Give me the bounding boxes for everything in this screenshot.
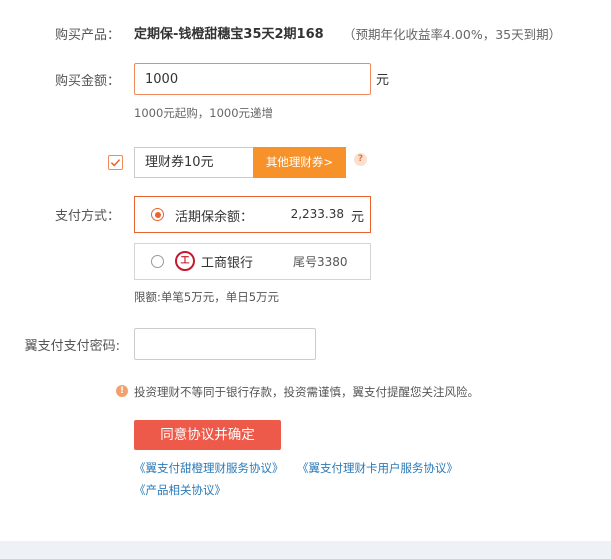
payment-option-bank[interactable]: 工 工商银行 尾号3380 [134,243,371,280]
link-tianchen-service-agreement[interactable]: 《翼支付甜橙理财服务协议》 [134,460,284,476]
password-input[interactable] [134,328,316,360]
coupon-checkbox[interactable] [108,155,123,170]
agree-confirm-button[interactable]: 同意协议并确定 [134,420,281,450]
amount-hint: 1000元起购，1000元递增 [134,106,274,120]
risk-warning: 投资理财不等同于银行存款，投资需谨慎，翼支付提醒您关注风险。 [134,385,479,399]
footer-bar [0,541,611,559]
product-label: 购买产品： [54,28,120,43]
payment-option-name: 活期保余额： [175,210,254,225]
link-card-user-agreement[interactable]: 《翼支付理财卡用户服务协议》 [297,460,458,476]
amount-input[interactable] [134,63,371,95]
balance-unit: 元 [350,210,364,225]
product-note: （预期年化收益率4.00%，35天到期） [343,27,562,42]
amount-label: 购买金额： [54,74,120,89]
other-coupon-button[interactable]: 其他理财券> [253,147,346,178]
product-name: 定期保-钱橙甜穗宝35天2期168 [134,27,324,42]
bank-card-tail: 尾号3380 [293,255,348,269]
check-icon [110,159,121,167]
warning-icon: ! [116,385,128,397]
radio-balance[interactable] [151,208,164,221]
payment-label: 支付方式： [54,209,120,224]
link-product-agreement[interactable]: 《产品相关协议》 [134,482,226,498]
amount-unit: 元 [376,73,390,88]
balance-amount: 2,233.38 [290,207,344,221]
payment-option-balance[interactable]: 活期保余额： 2,233.38 元 [134,196,371,233]
icbc-logo-icon: 工 [175,251,195,271]
payment-limit: 限额:单笔5万元，单日5万元 [134,290,280,304]
bank-name: 工商银行 [201,256,254,271]
question-icon[interactable]: ? [354,153,367,166]
password-label: 翼支付支付密码: [24,339,120,354]
radio-bank[interactable] [151,255,164,268]
coupon-value[interactable]: 理财券10元 [134,147,254,178]
